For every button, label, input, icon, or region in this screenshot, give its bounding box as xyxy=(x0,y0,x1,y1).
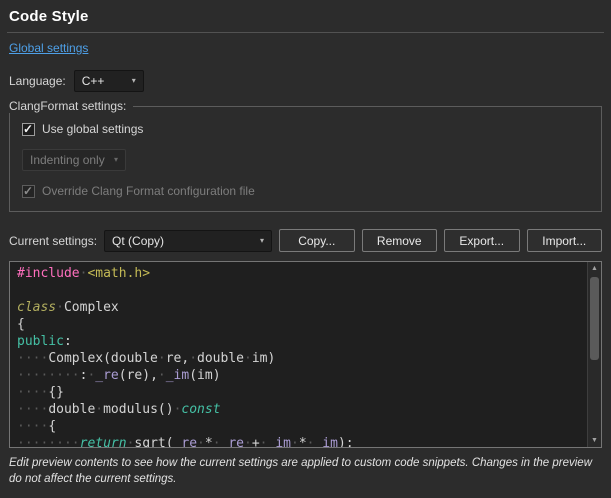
code-line: ····{} xyxy=(17,384,587,401)
whitespace-dots: · xyxy=(291,436,299,447)
code-token: return xyxy=(80,436,127,447)
code-token: modulus() xyxy=(103,402,173,417)
whitespace-dots: · xyxy=(244,436,252,447)
code-token: _re xyxy=(95,368,118,383)
code-token: double xyxy=(197,351,244,366)
code-token: ); xyxy=(338,436,354,447)
whitespace-dots: · xyxy=(95,402,103,417)
code-token: re, xyxy=(166,351,189,366)
code-token: * xyxy=(205,436,213,447)
code-token: double xyxy=(48,402,95,417)
code-line xyxy=(17,282,587,299)
remove-button[interactable]: Remove xyxy=(362,229,437,252)
whitespace-dots: · xyxy=(56,300,64,315)
code-line: #include·<math.h> xyxy=(17,265,587,282)
scroll-up-button[interactable]: ▲ xyxy=(588,262,601,275)
code-token: { xyxy=(48,419,56,434)
code-token: { xyxy=(17,317,25,332)
language-row: Language: C++ ▾ xyxy=(9,70,602,92)
override-config-checkbox: ✓ xyxy=(22,185,35,198)
current-settings-label: Current settings: xyxy=(9,234,97,248)
code-token: Complex(double xyxy=(48,351,158,366)
code-token: Complex xyxy=(64,300,119,315)
override-config-label: Override Clang Format configuration file xyxy=(42,184,255,198)
chevron-down-icon: ▾ xyxy=(132,77,136,85)
whitespace-dots: ···· xyxy=(17,385,48,400)
code-line: ····{ xyxy=(17,418,587,435)
override-config-checkbox-row: ✓ Override Clang Format configuration fi… xyxy=(22,184,589,198)
whitespace-dots: ···· xyxy=(17,419,48,434)
use-global-settings-label: Use global settings xyxy=(42,122,143,136)
current-settings-row: Current settings: Qt (Copy) ▾ Copy... Re… xyxy=(9,229,602,252)
footer-note: Edit preview contents to see how the cur… xyxy=(9,455,602,488)
code-line: ····double·modulus()·const xyxy=(17,401,587,418)
chevron-down-icon: ▾ xyxy=(114,156,118,164)
code-token: public xyxy=(17,334,64,349)
clangformat-mode-select: Indenting only ▾ xyxy=(22,149,126,171)
whitespace-dots: · xyxy=(189,351,197,366)
code-line: ········return·sqrt(_re·*·_re·+·_im·*·_i… xyxy=(17,435,587,447)
vertical-scrollbar[interactable]: ▲ ▼ xyxy=(587,262,601,447)
code-line: class·Complex xyxy=(17,299,587,316)
scroll-down-button[interactable]: ▼ xyxy=(588,434,601,447)
language-label: Language: xyxy=(9,74,66,88)
code-token: _im xyxy=(314,436,337,447)
import-button[interactable]: Import... xyxy=(527,229,602,252)
code-token: _re xyxy=(221,436,244,447)
language-select-value: C++ xyxy=(82,74,105,88)
code-token: _im xyxy=(166,368,189,383)
code-line: ········:·_re(re),·_im(im) xyxy=(17,367,587,384)
code-style-settings-page: Code Style Global settings Language: C++… xyxy=(0,0,611,498)
code-line: ····Complex(double·re,·double·im) xyxy=(17,350,587,367)
code-token: : xyxy=(64,334,72,349)
copy-button[interactable]: Copy... xyxy=(279,229,354,252)
global-settings-link[interactable]: Global settings xyxy=(9,41,88,55)
code-token: * xyxy=(299,436,307,447)
code-token: im) xyxy=(252,351,275,366)
code-token: const xyxy=(181,402,220,417)
page-title: Code Style xyxy=(9,8,602,25)
language-select[interactable]: C++ ▾ xyxy=(74,70,144,92)
use-global-settings-checkbox-row[interactable]: ✓ Use global settings xyxy=(22,122,589,136)
whitespace-dots: · xyxy=(158,368,166,383)
code-token: #include xyxy=(17,266,80,281)
code-token: class xyxy=(17,300,56,315)
code-line: { xyxy=(17,316,587,333)
check-icon: ✓ xyxy=(23,122,33,136)
code-line: public: xyxy=(17,333,587,350)
code-token: sqrt( xyxy=(134,436,173,447)
whitespace-dots: · xyxy=(197,436,205,447)
code-token: <math.h> xyxy=(87,266,150,281)
clangformat-group-label: ClangFormat settings: xyxy=(9,99,133,113)
current-settings-select[interactable]: Qt (Copy) ▾ xyxy=(104,230,272,252)
clangformat-mode-value: Indenting only xyxy=(30,153,105,167)
whitespace-dots: ···· xyxy=(17,402,48,417)
code-area[interactable]: #include·<math.h>class·Complex{public:··… xyxy=(10,262,587,447)
current-settings-value: Qt (Copy) xyxy=(112,234,164,248)
whitespace-dots: · xyxy=(213,436,221,447)
check-icon: ✓ xyxy=(23,184,33,198)
whitespace-dots: ···· xyxy=(17,351,48,366)
whitespace-dots: · xyxy=(260,436,268,447)
whitespace-dots: · xyxy=(158,351,166,366)
code-token: _re xyxy=(174,436,197,447)
code-token: (im) xyxy=(189,368,220,383)
code-token: _im xyxy=(268,436,291,447)
use-global-settings-checkbox[interactable]: ✓ xyxy=(22,123,35,136)
code-token: {} xyxy=(48,385,64,400)
code-preview-editor: #include·<math.h>class·Complex{public:··… xyxy=(9,261,602,448)
title-divider xyxy=(7,32,604,33)
whitespace-dots: ········ xyxy=(17,436,80,447)
scrollbar-thumb[interactable] xyxy=(590,277,599,360)
whitespace-dots: ········ xyxy=(17,368,80,383)
export-button[interactable]: Export... xyxy=(444,229,519,252)
code-token: (re), xyxy=(119,368,158,383)
whitespace-dots: · xyxy=(244,351,252,366)
code-token: + xyxy=(252,436,260,447)
chevron-down-icon: ▾ xyxy=(260,237,264,245)
clangformat-groupbox: ClangFormat settings: ✓ Use global setti… xyxy=(9,106,602,212)
